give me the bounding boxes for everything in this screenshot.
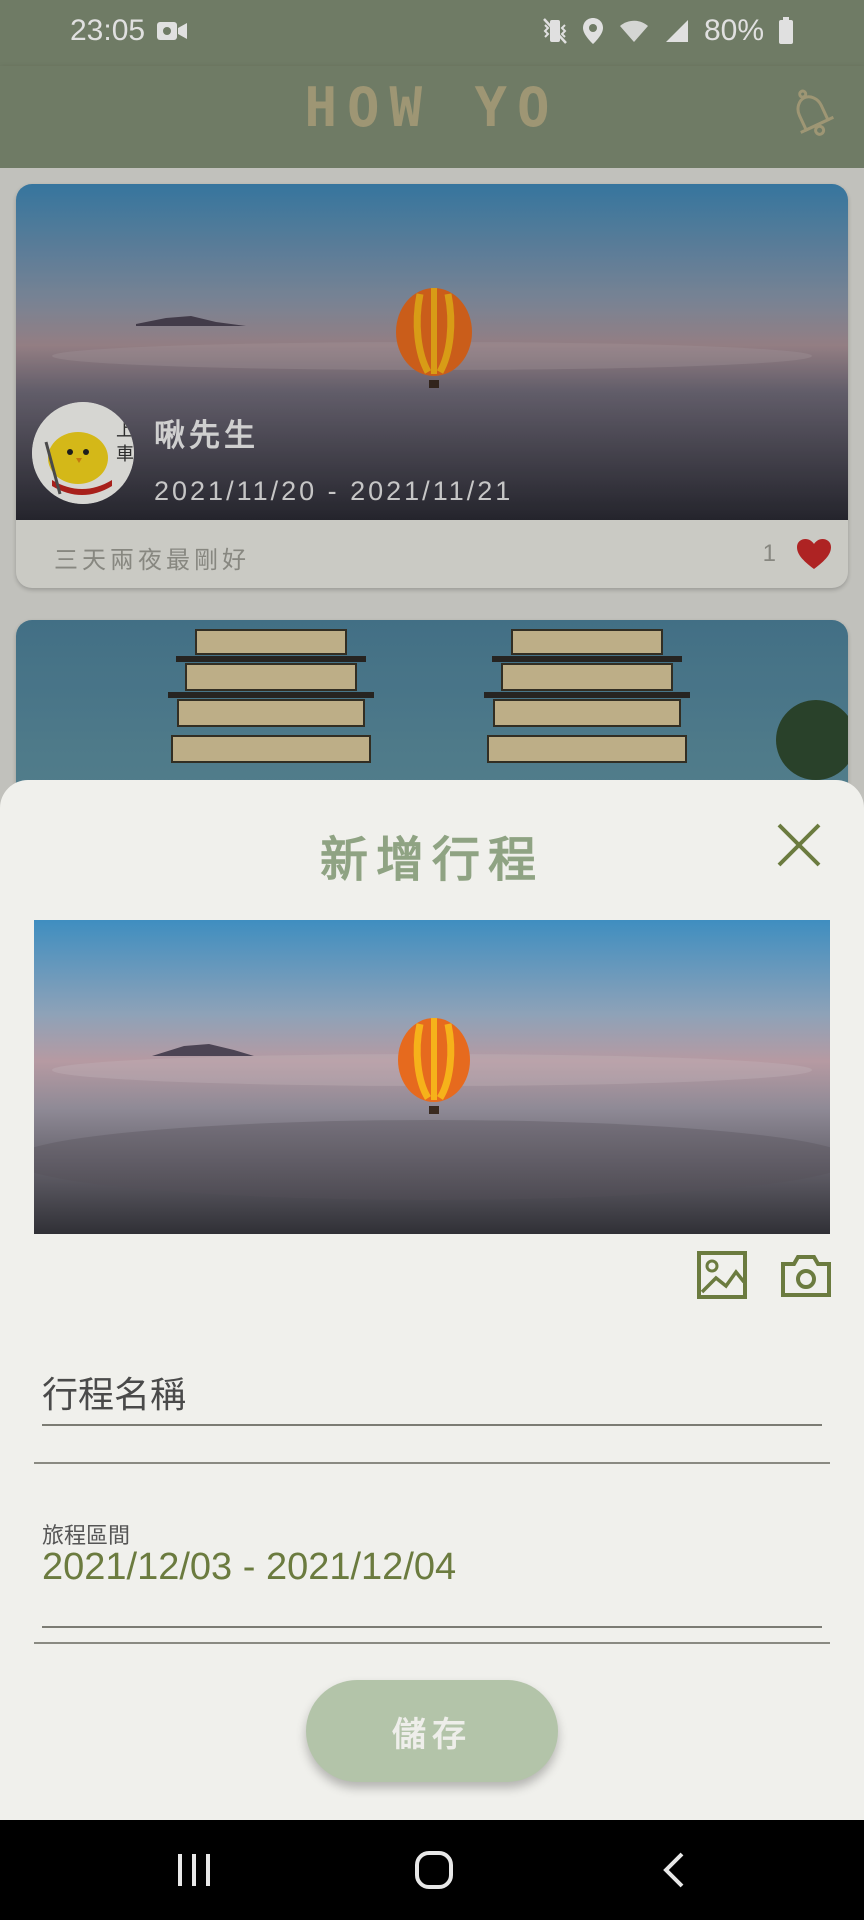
add-trip-sheet: 新增行程 行程名稱 旅程區間 2021/12/03 - 2021/12/04 儲… [0,780,864,1820]
sheet-title: 新增行程 [319,832,544,888]
trip-name-input[interactable] [42,1366,822,1426]
back-icon[interactable] [660,1850,690,1890]
divider [34,1462,830,1464]
save-button[interactable]: 儲存 [306,1680,558,1782]
home-icon[interactable] [414,1850,454,1890]
camera-icon[interactable] [780,1252,832,1298]
range-underline [42,1626,822,1628]
divider [34,1642,830,1644]
close-icon[interactable] [774,820,824,870]
trip-range-field[interactable]: 2021/12/03 - 2021/12/04 [42,1546,456,1589]
cover-preview-image [34,920,830,1234]
image-icon[interactable] [696,1250,748,1300]
recents-icon[interactable] [174,1852,214,1888]
system-nav-bar [0,1820,864,1920]
